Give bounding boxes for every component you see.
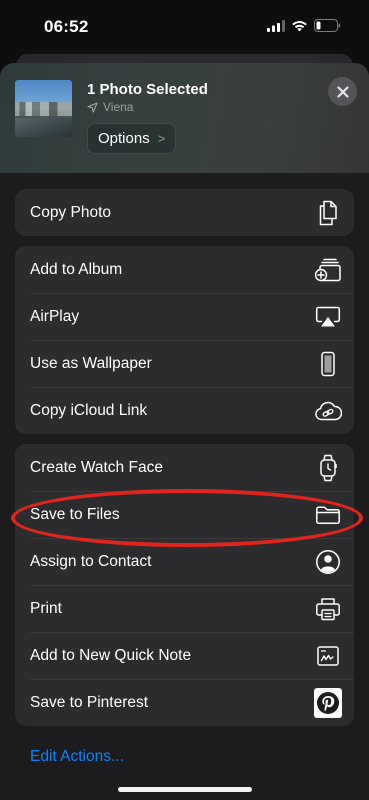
watch-icon [314,454,342,482]
share-sheet-header: 1 Photo Selected Viena Options > [0,63,369,173]
action-group-3: Create Watch Face Save to Files Assign t… [15,444,354,726]
action-label: Use as Wallpaper [30,354,152,372]
status-bar: 06:52 [0,0,369,56]
action-create-watch-face[interactable]: Create Watch Face [15,444,354,491]
edit-actions-link[interactable]: Edit Actions... [30,748,124,766]
battery-icon [314,19,341,32]
status-time: 06:52 [44,17,89,36]
photo-location: Viena [87,100,133,114]
cloud-link-icon [314,397,342,425]
quick-note-icon [314,642,342,670]
close-button[interactable] [328,77,357,106]
status-icons [267,19,341,32]
action-label: Copy iCloud Link [30,401,148,419]
airplay-icon [314,303,342,331]
photo-location-label: Viena [103,100,134,114]
action-save-to-files[interactable]: Save to Files [15,491,354,538]
action-print[interactable]: Print [15,585,354,632]
action-label: AirPlay [30,307,80,325]
home-indicator[interactable] [118,787,252,792]
location-arrow-icon [87,101,98,113]
action-label: Print [30,599,62,617]
action-label: Create Watch Face [30,458,163,476]
copy-icon [314,199,342,227]
chevron-right-icon: > [157,131,166,146]
action-copy-photo[interactable]: Copy Photo [15,189,354,236]
close-icon [336,85,349,98]
phone-icon [314,350,342,378]
contact-icon [314,548,342,576]
photo-thumbnail-buildings [15,102,72,116]
cellular-signal-icon [267,19,285,32]
action-label: Add to Album [30,260,123,278]
wifi-icon [292,20,307,31]
selection-title: 1 Photo Selected [87,81,208,98]
action-label: Add to New Quick Note [30,646,192,664]
folder-icon [314,501,342,529]
printer-icon [314,595,342,623]
action-group-1: Copy Photo [15,189,354,236]
share-sheet: 1 Photo Selected Viena Options > Copy Ph… [0,63,369,800]
action-use-as-wallpaper[interactable]: Use as Wallpaper [15,340,354,387]
add-to-album-icon [314,256,342,284]
options-label: Options [98,130,150,147]
pinterest-icon [314,687,342,718]
photo-thumbnail [15,80,72,137]
action-label: Assign to Contact [30,552,152,570]
action-group-2: Add to Album AirPlay Use as Wallpaper Co… [15,246,354,434]
action-label: Save to Files [30,505,120,523]
action-assign-to-contact[interactable]: Assign to Contact [15,538,354,585]
action-save-to-pinterest[interactable]: Save to Pinterest [15,679,354,726]
action-add-to-album[interactable]: Add to Album [15,246,354,293]
pinterest-logo [314,687,342,718]
action-airplay[interactable]: AirPlay [15,293,354,340]
photo-thumbnail-ground [15,118,72,137]
action-add-to-new-quick-note[interactable]: Add to New Quick Note [15,632,354,679]
action-label: Copy Photo [30,203,111,221]
options-button[interactable]: Options > [87,123,177,154]
action-label: Save to Pinterest [30,693,149,711]
action-copy-icloud-link[interactable]: Copy iCloud Link [15,387,354,434]
